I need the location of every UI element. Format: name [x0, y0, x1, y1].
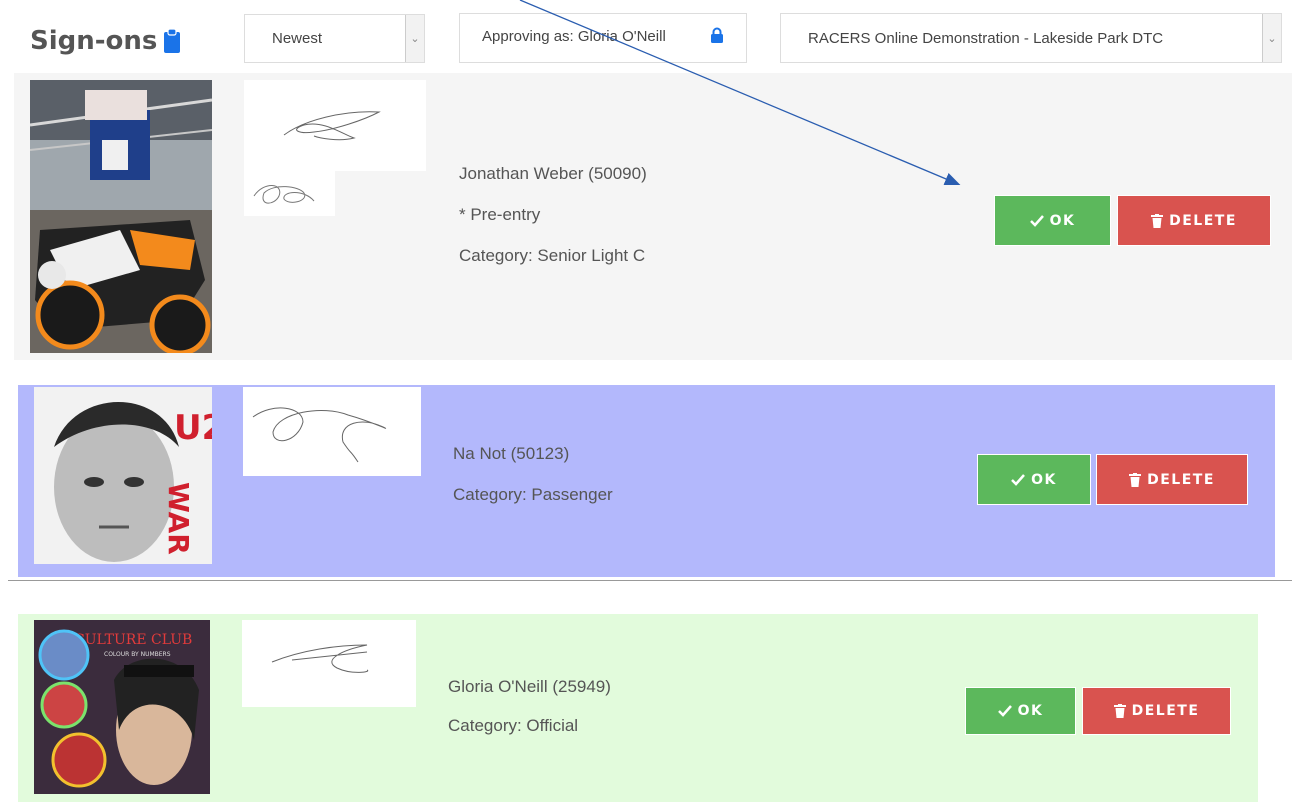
entry-name: Jonathan Weber (50090)	[459, 164, 647, 183]
page-title-text: Sign-ons	[30, 26, 158, 56]
event-select-value: RACERS Online Demonstration - Lakeside P…	[808, 29, 1164, 47]
ok-button[interactable]: OK	[977, 454, 1091, 505]
album-subtitle-text: COLOUR BY NUMBERS	[104, 651, 171, 658]
delete-button[interactable]: DELETE	[1082, 687, 1231, 735]
entry-category: Category: Passenger	[453, 485, 613, 504]
signature-image	[242, 620, 416, 707]
check-icon	[997, 705, 1012, 717]
sort-select[interactable]: Newest ⌄	[244, 14, 425, 63]
entry-name: Gloria O'Neill (25949)	[448, 677, 611, 696]
trash-icon	[1129, 472, 1142, 487]
event-select[interactable]: RACERS Online Demonstration - Lakeside P…	[780, 13, 1282, 63]
delete-button-label: DELETE	[1131, 703, 1200, 719]
ok-button[interactable]: OK	[994, 195, 1111, 246]
signature-image	[243, 387, 421, 476]
album-title-text: CULTURE CLUB	[74, 632, 192, 648]
entry-info: Na Not (50123) Category: Passenger	[453, 444, 613, 505]
clipboard-icon	[164, 28, 181, 53]
chevron-down-icon: ⌄	[405, 15, 424, 62]
approving-as-field: Approving as: Gloria O'Neill	[459, 13, 747, 63]
lock-icon	[711, 27, 723, 43]
page-title: Sign-ons	[30, 26, 181, 56]
ok-button[interactable]: OK	[965, 687, 1076, 735]
entry-note: * Pre-entry	[459, 205, 541, 224]
signature-image	[244, 171, 335, 216]
ok-button-label: OK	[1017, 703, 1044, 719]
sort-select-value: Newest	[272, 30, 323, 47]
album-text-war: WAR	[162, 482, 195, 555]
check-icon	[1011, 473, 1026, 486]
ok-button-label: OK	[1049, 212, 1076, 229]
delete-button-label: DELETE	[1169, 212, 1237, 229]
row-divider	[8, 580, 1292, 581]
entry-info: Jonathan Weber (50090) * Pre-entry Categ…	[459, 164, 647, 266]
ok-button-label: OK	[1031, 471, 1057, 488]
chevron-down-icon: ⌄	[1262, 14, 1281, 62]
rider-photo: CULTURE CLUB COLOUR BY NUMBERS	[34, 620, 210, 794]
rider-photo: U2 WAR	[34, 387, 212, 564]
entry-category: Category: Senior Light C	[459, 246, 646, 265]
entry-name: Na Not (50123)	[453, 444, 570, 463]
approving-as-text: Approving as: Gloria O'Neill	[482, 28, 666, 45]
trash-icon	[1151, 213, 1164, 228]
entry-info: Gloria O'Neill (25949) Category: Officia…	[448, 677, 611, 736]
trash-icon	[1113, 704, 1126, 718]
check-icon	[1029, 214, 1044, 227]
delete-button[interactable]: DELETE	[1117, 195, 1271, 246]
signature-image	[244, 80, 426, 171]
delete-button-label: DELETE	[1147, 471, 1215, 488]
rider-photo	[30, 80, 212, 353]
delete-button[interactable]: DELETE	[1096, 454, 1248, 505]
entry-category: Category: Official	[448, 716, 579, 735]
album-text-u2: U2	[174, 408, 212, 448]
